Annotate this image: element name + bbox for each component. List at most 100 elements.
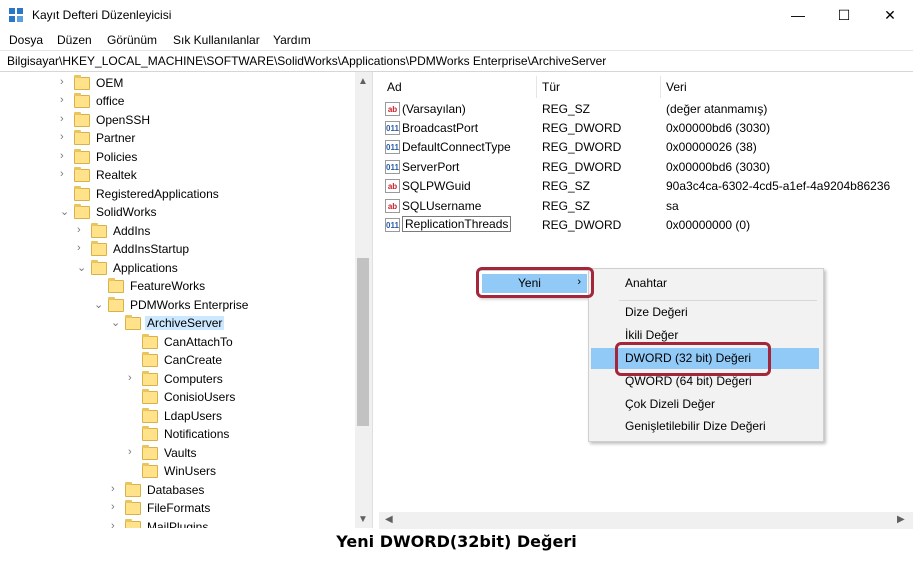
menu-item-label: Anahtar (625, 276, 668, 290)
tree-node-label[interactable]: Notifications (162, 427, 231, 441)
tree-node-label[interactable]: OpenSSH (94, 113, 152, 127)
value-row[interactable]: ab SQLUsername REG_SZ sa (379, 197, 913, 216)
value-name[interactable]: BroadcastPort (402, 121, 478, 135)
chevron-right-icon[interactable]: › (111, 483, 121, 495)
submenu-item-genisletilebilir-dize-degeri[interactable]: Genişletilebilir Dize Değeri (591, 416, 819, 437)
chevron-down-icon[interactable]: ⌄ (60, 205, 70, 218)
chevron-down-icon[interactable]: ⌄ (111, 316, 121, 329)
chevron-right-icon[interactable]: › (111, 501, 121, 513)
tree-vertical-scrollbar[interactable]: ▲ ▼ (355, 72, 372, 528)
tree-node-label[interactable]: FeatureWorks (128, 279, 207, 293)
value-row[interactable]: ab (Varsayılan) REG_SZ (değer atanmamış) (379, 100, 913, 119)
tree-node-label[interactable]: Realtek (94, 168, 139, 182)
chevron-right-icon[interactable]: › (128, 446, 138, 458)
tree-node-label[interactable]: PDMWorks Enterprise (128, 298, 250, 312)
folder-icon (142, 463, 158, 478)
tree-node-label[interactable]: OEM (94, 76, 125, 90)
image-caption: Yeni DWORD(32bit) Değeri (336, 532, 577, 551)
minimize-button[interactable]: — (775, 0, 821, 30)
window-title: Kayıt Defteri Düzenleyicisi (32, 8, 172, 22)
chevron-right-icon[interactable]: › (111, 520, 121, 528)
tree-node-label[interactable]: CanCreate (162, 353, 224, 367)
column-divider[interactable] (536, 76, 537, 98)
tree-node-label[interactable]: Computers (162, 372, 225, 386)
tree-node-label[interactable]: AddIns (111, 224, 152, 238)
column-header-data[interactable]: Veri (666, 80, 687, 94)
menu-yardim[interactable]: Yardım (273, 33, 311, 47)
tree-node-label[interactable]: Databases (145, 483, 206, 497)
column-divider[interactable] (660, 76, 661, 98)
folder-icon (74, 130, 90, 145)
tree-node-label[interactable]: ConisioUsers (162, 390, 237, 404)
tree-node-label[interactable]: Applications (111, 261, 180, 275)
address-bar[interactable]: Bilgisayar\HKEY_LOCAL_MACHINE\SOFTWARE\S… (0, 50, 913, 72)
tree-node-label[interactable]: CanAttachTo (162, 335, 235, 349)
submenu-item-anahtar[interactable]: Anahtar (591, 273, 819, 294)
folder-icon (142, 334, 158, 349)
tree-node-label[interactable]: FileFormats (145, 501, 212, 515)
binary-value-icon: 011 (385, 140, 400, 154)
value-row[interactable]: 011 DefaultConnectType REG_DWORD 0x00000… (379, 138, 913, 157)
chevron-down-icon[interactable]: ⌄ (77, 261, 87, 274)
menu-gorunum[interactable]: Görünüm (107, 33, 157, 47)
tree-node-label[interactable]: ArchiveServer (145, 316, 225, 330)
list-horizontal-scrollbar[interactable]: ◀ ▶ (379, 512, 913, 529)
value-name[interactable]: ServerPort (402, 160, 459, 174)
tree-node-label[interactable]: RegisteredApplications (94, 187, 221, 201)
value-row[interactable]: 011 ServerPort REG_DWORD 0x00000bd6 (303… (379, 158, 913, 177)
value-data: (değer atanmamış) (666, 102, 768, 116)
tree-node-label[interactable]: Partner (94, 131, 137, 145)
chevron-right-icon[interactable]: › (77, 242, 87, 254)
value-type: REG_DWORD (542, 218, 622, 232)
tree-node-label[interactable]: office (94, 94, 126, 108)
address-path[interactable]: Bilgisayar\HKEY_LOCAL_MACHINE\SOFTWARE\S… (7, 54, 606, 68)
chevron-right-icon[interactable]: › (60, 150, 70, 162)
column-header-type[interactable]: Tür (542, 80, 560, 94)
folder-icon (74, 204, 90, 219)
value-row[interactable]: 011 BroadcastPort REG_DWORD 0x00000bd6 (… (379, 119, 913, 138)
tree-node-label[interactable]: Vaults (162, 446, 198, 460)
annotation-highlight-dword (615, 342, 771, 376)
key-tree[interactable]: › OEM › office › OpenSSH › Partner › Policies… (0, 72, 371, 528)
maximize-button[interactable]: ☐ (821, 0, 867, 30)
scroll-right-icon[interactable]: ▶ (897, 514, 905, 525)
column-header-name[interactable]: Ad (387, 80, 402, 94)
chevron-right-icon[interactable]: › (60, 168, 70, 180)
close-button[interactable]: ✕ (867, 0, 913, 30)
menu-sik-kullanilanlar[interactable]: Sık Kullanılanlar (173, 33, 260, 47)
chevron-right-icon[interactable]: › (77, 224, 87, 236)
tree-node-label[interactable]: LdapUsers (162, 409, 224, 423)
scroll-up-icon[interactable]: ▲ (358, 76, 368, 87)
tree-node-label[interactable]: AddInsStartup (111, 242, 191, 256)
folder-open-icon (125, 315, 141, 330)
tree-node-label[interactable]: WinUsers (162, 464, 218, 478)
value-name[interactable]: SQLPWGuid (402, 179, 471, 193)
value-data: sa (666, 199, 679, 213)
submenu-item-dize-degeri[interactable]: Dize Değeri (591, 302, 819, 323)
value-name[interactable]: SQLUsername (402, 199, 481, 213)
scroll-left-icon[interactable]: ◀ (385, 514, 393, 525)
value-name[interactable]: (Varsayılan) (402, 102, 466, 116)
menu-separator (619, 300, 817, 301)
scrollbar-thumb[interactable] (357, 258, 369, 426)
value-row[interactable]: ab SQLPWGuid REG_SZ 90a3c4ca-6302-4cd5-a… (379, 177, 913, 196)
chevron-down-icon[interactable]: ⌄ (94, 298, 104, 311)
chevron-right-icon[interactable]: › (60, 113, 70, 125)
value-name[interactable]: ReplicationThreads (402, 216, 512, 232)
tree-node-label[interactable]: MailPlugins (145, 520, 210, 528)
folder-icon (74, 93, 90, 108)
chevron-right-icon[interactable]: › (60, 76, 70, 88)
chevron-right-icon[interactable]: › (128, 372, 138, 384)
menu-duzen[interactable]: Düzen (57, 33, 92, 47)
submenu-item-cok-dizeli-deger[interactable]: Çok Dizeli Değer (591, 394, 819, 415)
scroll-down-icon[interactable]: ▼ (358, 514, 368, 525)
chevron-right-icon[interactable]: › (60, 94, 70, 106)
annotation-highlight-yeni (476, 267, 594, 298)
chevron-right-icon[interactable]: › (60, 131, 70, 143)
tree-node-label[interactable]: Policies (94, 150, 139, 164)
menu-dosya[interactable]: Dosya (9, 33, 43, 47)
tree-node-label[interactable]: SolidWorks (94, 205, 158, 219)
value-row-focused[interactable]: 011 ReplicationThreads REG_DWORD 0x00000… (379, 216, 913, 235)
pane-splitter[interactable] (372, 72, 379, 528)
value-name[interactable]: DefaultConnectType (402, 140, 511, 154)
